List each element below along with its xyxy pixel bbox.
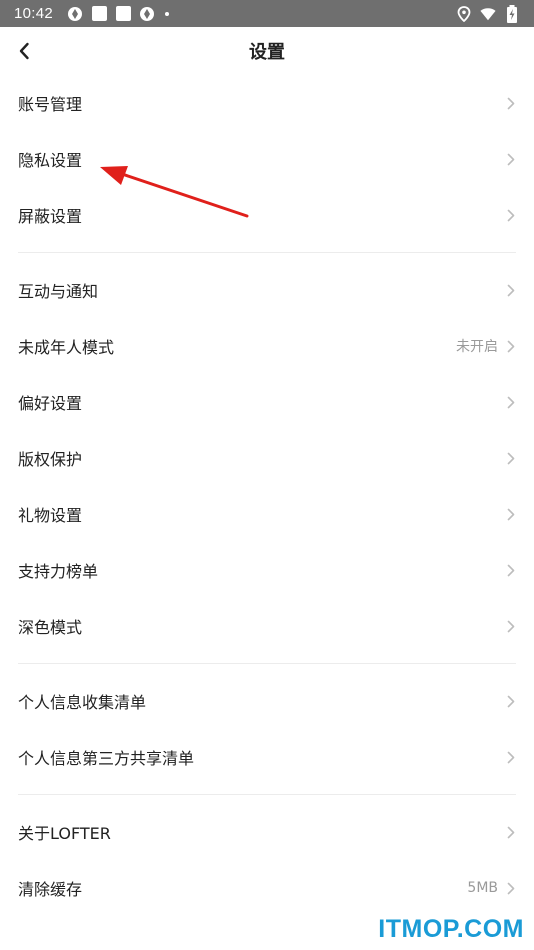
settings-row-right bbox=[506, 507, 516, 521]
status-left: 10:42 bbox=[14, 5, 170, 22]
back-button[interactable] bbox=[10, 37, 38, 65]
chevron-right-icon bbox=[506, 451, 516, 465]
aperture-icon-2 bbox=[139, 6, 155, 22]
wifi-icon bbox=[480, 6, 496, 22]
settings-row-right: 5MB bbox=[467, 880, 516, 896]
settings-row-right bbox=[506, 208, 516, 222]
chevron-left-icon bbox=[19, 42, 29, 60]
status-time: 10:42 bbox=[14, 5, 54, 22]
chevron-right-icon bbox=[506, 694, 516, 708]
status-right bbox=[456, 4, 520, 23]
chevron-right-icon bbox=[506, 563, 516, 577]
settings-row-right bbox=[506, 152, 516, 166]
settings-row[interactable]: 隐私设置 bbox=[0, 131, 534, 187]
settings-row[interactable]: 清除缓存 5MB bbox=[0, 860, 534, 916]
settings-row-value: 未开启 bbox=[456, 339, 498, 355]
settings-row[interactable]: 偏好设置 bbox=[0, 374, 534, 430]
chevron-right-icon bbox=[506, 152, 516, 166]
chevron-right-icon bbox=[506, 619, 516, 633]
settings-row-right bbox=[506, 283, 516, 297]
chevron-right-icon bbox=[506, 208, 516, 222]
settings-row-label: 偏好设置 bbox=[18, 394, 83, 413]
chevron-right-icon bbox=[506, 283, 516, 297]
settings-row-right bbox=[506, 619, 516, 633]
battery-charging-icon bbox=[504, 4, 520, 23]
chevron-right-icon bbox=[506, 96, 516, 110]
settings-row-label: 账号管理 bbox=[18, 95, 83, 114]
chevron-right-icon bbox=[506, 339, 516, 353]
settings-row-right bbox=[506, 96, 516, 110]
settings-row-label: 深色模式 bbox=[18, 618, 83, 637]
settings-row-label: 清除缓存 bbox=[18, 880, 83, 899]
notification-square-icon-2 bbox=[115, 6, 131, 22]
settings-row-label: 个人信息第三方共享清单 bbox=[18, 749, 195, 768]
more-notifications-dot-icon bbox=[165, 11, 170, 16]
location-pin-icon bbox=[456, 5, 472, 22]
group-divider bbox=[0, 785, 534, 804]
settings-row[interactable]: 屏蔽设置 bbox=[0, 187, 534, 243]
settings-row[interactable]: 个人信息第三方共享清单 bbox=[0, 729, 534, 785]
notification-square-icon bbox=[91, 6, 107, 22]
aperture-icon bbox=[67, 6, 83, 22]
settings-row[interactable]: 关于LOFTER bbox=[0, 804, 534, 860]
chevron-right-icon bbox=[506, 395, 516, 409]
settings-row[interactable]: 账号管理 bbox=[0, 75, 534, 131]
settings-list: 账号管理隐私设置屏蔽设置互动与通知未成年人模式 未开启偏好设置版权保护礼物设置支持… bbox=[0, 75, 534, 916]
settings-row-right bbox=[506, 395, 516, 409]
chevron-right-icon bbox=[506, 825, 516, 839]
status-bar: 10:42 bbox=[0, 0, 534, 27]
settings-row[interactable]: 支持力榜单 bbox=[0, 542, 534, 598]
settings-row-right: 未开启 bbox=[456, 336, 516, 356]
settings-row-label: 关于LOFTER bbox=[18, 824, 111, 843]
settings-row[interactable]: 未成年人模式 未开启 bbox=[0, 318, 534, 374]
watermark-logo: ITMOP.COM bbox=[378, 915, 524, 943]
settings-row-label: 个人信息收集清单 bbox=[18, 693, 147, 712]
group-divider bbox=[0, 654, 534, 673]
settings-row-value: 5MB bbox=[467, 880, 498, 896]
settings-row[interactable]: 深色模式 bbox=[0, 598, 534, 654]
settings-row[interactable]: 个人信息收集清单 bbox=[0, 673, 534, 729]
settings-row[interactable]: 互动与通知 bbox=[0, 262, 534, 318]
settings-row[interactable]: 版权保护 bbox=[0, 430, 534, 486]
chevron-right-icon bbox=[506, 507, 516, 521]
settings-row-right bbox=[506, 694, 516, 708]
settings-row-label: 未成年人模式 bbox=[18, 338, 115, 357]
settings-row-label: 屏蔽设置 bbox=[18, 207, 83, 226]
settings-row-right bbox=[506, 750, 516, 764]
group-divider bbox=[0, 243, 534, 262]
settings-row-label: 版权保护 bbox=[18, 450, 83, 469]
settings-row-right bbox=[506, 451, 516, 465]
settings-row-right bbox=[506, 825, 516, 839]
settings-row-right bbox=[506, 563, 516, 577]
settings-row-label: 支持力榜单 bbox=[18, 562, 99, 581]
chevron-right-icon bbox=[506, 881, 516, 895]
settings-row-label: 隐私设置 bbox=[18, 151, 83, 170]
settings-row[interactable]: 礼物设置 bbox=[0, 486, 534, 542]
page-title: 设置 bbox=[249, 42, 285, 63]
nav-bar: 设置 bbox=[0, 27, 534, 75]
settings-row-label: 互动与通知 bbox=[18, 282, 99, 301]
settings-row-label: 礼物设置 bbox=[18, 506, 83, 525]
chevron-right-icon bbox=[506, 750, 516, 764]
